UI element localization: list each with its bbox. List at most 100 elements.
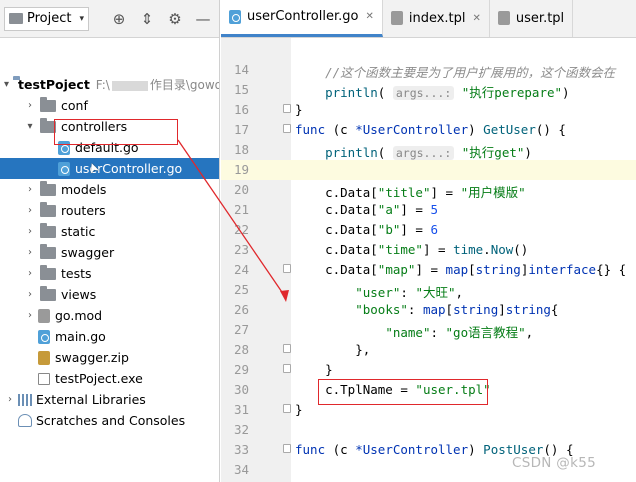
code-area[interactable]: 13func (this *UserController) Prepare() … bbox=[221, 38, 636, 482]
code-line[interactable]: 15 println( args...: "执行perepare") bbox=[221, 80, 636, 100]
code-text: c.Data["time"] = time.Now() bbox=[295, 242, 529, 257]
tree-item[interactable]: › static bbox=[0, 221, 219, 242]
code-line[interactable]: 14 //这个函数主要是为了用户扩展用的，这个函数会在 bbox=[221, 60, 636, 80]
folder-icon bbox=[40, 180, 56, 196]
chevron-down-icon[interactable]: ▾ bbox=[24, 121, 36, 132]
tree-item[interactable]: userController.go ➤ bbox=[0, 158, 219, 179]
library-icon bbox=[18, 393, 32, 406]
tree-item[interactable]: › swagger bbox=[0, 242, 219, 263]
tab-label: index.tpl bbox=[408, 10, 466, 26]
code-text: c.Data["map"] = map[string]interface{} { bbox=[295, 262, 627, 277]
line-number: 30 bbox=[233, 382, 249, 397]
tree-item-label: go.mod bbox=[55, 308, 103, 323]
code-text: "user": "大旺", bbox=[355, 285, 464, 300]
chevron-right-icon[interactable]: › bbox=[24, 100, 36, 111]
line-number: 32 bbox=[233, 422, 249, 437]
gear-icon[interactable]: ⚙ bbox=[163, 7, 187, 31]
tree-item[interactable]: Scratches and Consoles bbox=[0, 410, 219, 431]
chevron-right-icon[interactable]: › bbox=[24, 247, 36, 258]
fold-marker-icon[interactable] bbox=[283, 104, 291, 113]
code-text: }, bbox=[295, 342, 371, 357]
path-prefix: F:\ bbox=[95, 78, 110, 92]
tab-label: userController.go bbox=[247, 9, 359, 24]
tree-item-label: External Libraries bbox=[36, 392, 146, 407]
line-number: 34 bbox=[233, 462, 249, 477]
tree-item[interactable]: › go.mod bbox=[0, 305, 219, 326]
chevron-right-icon[interactable]: › bbox=[24, 226, 36, 237]
tree-item[interactable]: main.go bbox=[0, 326, 219, 347]
chevron-down-icon[interactable]: ▾ bbox=[4, 79, 9, 90]
tree-item[interactable]: › models bbox=[0, 179, 219, 200]
tree-item[interactable]: › conf bbox=[0, 95, 219, 116]
line-number: 25 bbox=[233, 282, 249, 297]
code-line[interactable]: 25 "user": "大旺", bbox=[221, 280, 636, 300]
line-number: 23 bbox=[233, 242, 249, 257]
tree-item-label: static bbox=[61, 224, 96, 239]
code-text: c.Data["title"] = "用户模版" bbox=[295, 185, 526, 200]
code-text: "books": map[string]string{ bbox=[355, 302, 559, 317]
chevron-right-icon[interactable]: › bbox=[24, 289, 36, 300]
line-number: 28 bbox=[233, 342, 249, 357]
chevron-right-icon[interactable]: › bbox=[24, 268, 36, 279]
code-line[interactable]: 16} bbox=[221, 100, 636, 120]
code-line[interactable]: 20 c.Data["title"] = "用户模版" bbox=[221, 180, 636, 200]
fold-marker-icon[interactable] bbox=[283, 124, 291, 133]
code-line[interactable]: 18 println( args...: "执行get") bbox=[221, 140, 636, 160]
code-line[interactable]: 24 c.Data["map"] = map[string]interface{… bbox=[221, 260, 636, 280]
fold-marker-icon[interactable] bbox=[283, 264, 291, 273]
code-line[interactable]: 26 "books": map[string]string{ bbox=[221, 300, 636, 320]
fold-marker-icon[interactable] bbox=[283, 364, 291, 373]
template-file-icon bbox=[390, 11, 403, 25]
chevron-right-icon[interactable]: › bbox=[4, 394, 16, 405]
crosshair-icon[interactable]: ⊕ bbox=[107, 7, 131, 31]
code-line[interactable]: 22 c.Data["b"] = 6 bbox=[221, 220, 636, 240]
tree-item[interactable]: testPoject.exe bbox=[0, 368, 219, 389]
close-icon[interactable]: ✕ bbox=[365, 11, 373, 22]
line-number: 18 bbox=[233, 142, 249, 157]
collapse-icon[interactable]: ⇕ bbox=[135, 7, 159, 31]
tab-index-tpl[interactable]: index.tpl ✕ bbox=[383, 0, 490, 37]
tab-user-tpl[interactable]: user.tpl bbox=[490, 0, 574, 37]
path-suffix: 作目录\gowo bbox=[149, 78, 220, 92]
minimize-icon[interactable]: — bbox=[191, 7, 215, 31]
tree-item-label: testPoject.exe bbox=[55, 371, 143, 386]
code-text: func (c *UserController) GetUser() { bbox=[295, 122, 566, 137]
chevron-right-icon[interactable]: › bbox=[24, 310, 36, 321]
code-line[interactable]: 19 bbox=[221, 160, 636, 180]
zip-file-icon bbox=[38, 350, 50, 365]
fold-marker-icon[interactable] bbox=[283, 444, 291, 453]
chevron-right-icon[interactable]: › bbox=[24, 205, 36, 216]
tab-usercontroller-go[interactable]: userController.go ✕ bbox=[221, 0, 383, 37]
code-text: println( args...: "执行get") bbox=[325, 145, 532, 160]
code-text: } bbox=[295, 362, 333, 377]
editor: userController.go ✕ index.tpl ✕ user.tpl 13f… bbox=[221, 0, 636, 482]
line-number: 33 bbox=[233, 442, 249, 457]
tree-item-label: swagger.zip bbox=[55, 350, 129, 365]
scratches-icon bbox=[18, 414, 32, 427]
tree-item[interactable]: › tests bbox=[0, 263, 219, 284]
code-line[interactable]: 13func (this *UserController) Prepare() … bbox=[221, 38, 636, 40]
folder-icon bbox=[40, 264, 56, 280]
fold-marker-icon[interactable] bbox=[283, 404, 291, 413]
tree-item[interactable]: › routers bbox=[0, 200, 219, 221]
code-line[interactable]: 32 bbox=[221, 420, 636, 440]
tree-item-label: Scratches and Consoles bbox=[36, 413, 186, 428]
tree-item[interactable]: › External Libraries bbox=[0, 389, 219, 410]
code-line[interactable]: 29 } bbox=[221, 360, 636, 380]
project-path-hint: F:\ 作目录\gowo bbox=[95, 76, 220, 93]
close-icon[interactable]: ✕ bbox=[473, 13, 481, 24]
code-line[interactable]: 23 c.Data["time"] = time.Now() bbox=[221, 240, 636, 260]
code-line[interactable]: 21 c.Data["a"] = 5 bbox=[221, 200, 636, 220]
line-number: 16 bbox=[233, 102, 249, 117]
project-view-selector[interactable]: Project ▾ bbox=[4, 6, 90, 31]
chevron-right-icon[interactable]: › bbox=[24, 184, 36, 195]
code-line[interactable]: 27 "name": "go语言教程", bbox=[221, 320, 636, 340]
tree-item[interactable]: swagger.zip bbox=[0, 347, 219, 368]
code-text: c.Data["b"] = 6 bbox=[295, 222, 439, 237]
tree-item[interactable]: ▾ testPoject F:\ 作目录\gowo bbox=[0, 74, 219, 95]
code-line[interactable]: 17 func (c *UserController) GetUser() { bbox=[221, 120, 636, 140]
fold-marker-icon[interactable] bbox=[283, 344, 291, 353]
tree-item[interactable]: › views bbox=[0, 284, 219, 305]
tree-item-label: models bbox=[61, 182, 107, 197]
code-line[interactable]: 28 }, bbox=[221, 340, 636, 360]
